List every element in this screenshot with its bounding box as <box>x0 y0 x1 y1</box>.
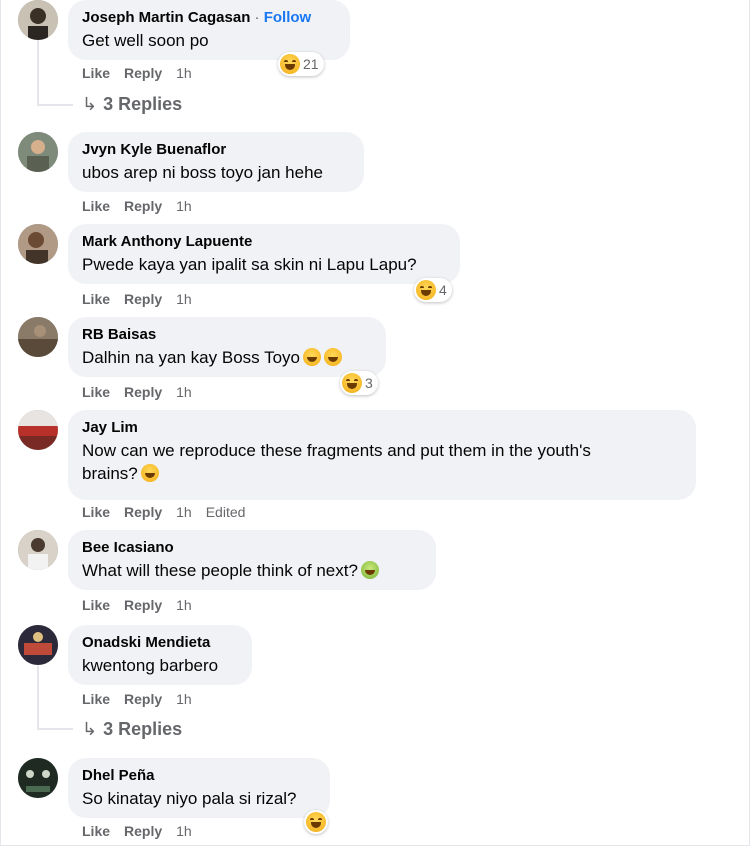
nauseated-emoji-icon <box>360 561 379 579</box>
reaction-summary[interactable] <box>304 810 328 834</box>
comment-text: So kinatay niyo pala si rizal? <box>82 789 297 808</box>
comment-actions: Like Reply 1h <box>82 65 206 81</box>
rofl-emoji-icon <box>302 348 321 366</box>
like-button[interactable]: Like <box>82 384 110 400</box>
reply-button[interactable]: Reply <box>124 291 162 307</box>
haha-reaction-icon <box>280 54 300 74</box>
reaction-summary[interactable]: 4 <box>414 278 452 302</box>
timestamp[interactable]: 1h <box>176 504 192 520</box>
comment-text: Pwede kaya yan ipalit sa skin ni Lapu La… <box>82 255 417 274</box>
like-button[interactable]: Like <box>82 65 110 81</box>
comment-text: kwentong barbero <box>82 656 219 675</box>
comment-actions: Like Reply 1h Edited <box>82 504 259 520</box>
avatar[interactable] <box>18 0 58 40</box>
reply-button[interactable]: Reply <box>124 65 162 81</box>
avatar[interactable] <box>18 530 58 570</box>
comment-bubble: Mark Anthony Lapuente Pwede kaya yan ipa… <box>68 224 460 284</box>
avatar[interactable] <box>18 625 58 665</box>
reply-button[interactable]: Reply <box>124 823 162 839</box>
like-button[interactable]: Like <box>82 597 110 613</box>
comment-bubble: Bee Icasiano What will these people thin… <box>68 530 436 590</box>
comment-bubble: Jay Lim Now can we reproduce these fragm… <box>68 410 696 500</box>
comment-bubble: Joseph Martin Cagasan · Follow Get well … <box>68 0 350 60</box>
haha-reaction-icon <box>342 373 362 393</box>
haha-reaction-icon <box>416 280 436 300</box>
reaction-count: 3 <box>365 375 373 391</box>
comment-author[interactable]: Bee Icasiano <box>82 538 422 557</box>
comment-author[interactable]: Onadski Mendieta <box>82 633 238 652</box>
reply-button[interactable]: Reply <box>124 198 162 214</box>
thread-line <box>37 666 39 728</box>
reply-arrow-icon: ↳ <box>82 94 98 114</box>
like-button[interactable]: Like <box>82 198 110 214</box>
comment-bubble: Onadski Mendieta kwentong barbero <box>68 625 252 685</box>
comment-text: ubos arep ni boss toyo jan hehe <box>82 163 324 182</box>
timestamp[interactable]: 1h <box>176 65 192 81</box>
view-replies-link[interactable]: ↳ 3 Replies <box>82 719 182 740</box>
comment-text: What will these people think of next? <box>82 559 422 582</box>
thread-line-elbow <box>37 728 73 730</box>
comment-author[interactable]: RB Baisas <box>82 325 372 344</box>
timestamp[interactable]: 1h <box>176 198 192 214</box>
avatar[interactable] <box>18 132 58 172</box>
like-button[interactable]: Like <box>82 504 110 520</box>
comment-actions: Like Reply 1h <box>82 384 206 400</box>
comment-actions: Like Reply 1h <box>82 823 206 839</box>
comment-author[interactable]: Jay Lim <box>82 418 682 437</box>
thread-line-elbow <box>37 104 73 106</box>
comment-actions: Like Reply 1h <box>82 597 206 613</box>
reply-arrow-icon: ↳ <box>82 719 98 739</box>
reaction-count: 21 <box>303 56 319 72</box>
view-replies-link[interactable]: ↳ 3 Replies <box>82 94 182 115</box>
comment-author[interactable]: Mark Anthony Lapuente <box>82 232 446 251</box>
like-button[interactable]: Like <box>82 291 110 307</box>
comment-text: Now can we reproduce these fragments and… <box>82 441 591 483</box>
reaction-summary[interactable]: 21 <box>278 52 324 76</box>
edited-label: Edited <box>205 504 246 520</box>
reply-button[interactable]: Reply <box>124 384 162 400</box>
avatar[interactable] <box>18 317 58 357</box>
comment-author[interactable]: Joseph Martin Cagasan · Follow <box>82 8 336 27</box>
comment-actions: Like Reply 1h <box>82 691 206 707</box>
timestamp[interactable]: 1h <box>176 597 192 613</box>
reaction-summary[interactable]: 3 <box>340 371 378 395</box>
thread-line <box>37 40 39 104</box>
timestamp[interactable]: 1h <box>176 823 192 839</box>
haha-reaction-icon <box>306 812 326 832</box>
comment-bubble: Dhel Peña So kinatay niyo pala si rizal? <box>68 758 330 818</box>
comment-author[interactable]: Jvyn Kyle Buenaflor <box>82 140 350 159</box>
reply-button[interactable]: Reply <box>124 597 162 613</box>
comment-bubble: RB Baisas Dalhin na yan kay Boss Toyo <box>68 317 386 377</box>
follow-link[interactable]: Follow <box>264 9 312 26</box>
avatar[interactable] <box>18 758 58 798</box>
avatar[interactable] <box>18 224 58 264</box>
comment-actions: Like Reply 1h <box>82 291 206 307</box>
comment-text: Get well soon po <box>82 31 209 50</box>
timestamp[interactable]: 1h <box>176 691 192 707</box>
reply-button[interactable]: Reply <box>124 691 162 707</box>
comment-author[interactable]: Dhel Peña <box>82 766 316 785</box>
avatar[interactable] <box>18 410 58 450</box>
reply-button[interactable]: Reply <box>124 504 162 520</box>
comment-text: Dalhin na yan kay Boss Toyo <box>82 346 372 369</box>
comment-bubble: Jvyn Kyle Buenaflor ubos arep ni boss to… <box>68 132 364 192</box>
timestamp[interactable]: 1h <box>176 291 192 307</box>
reaction-count: 4 <box>439 282 447 298</box>
winking-tongue-emoji-icon <box>140 464 159 482</box>
laughing-emoji-icon <box>323 348 342 366</box>
comment-actions: Like Reply 1h <box>82 198 206 214</box>
like-button[interactable]: Like <box>82 691 110 707</box>
like-button[interactable]: Like <box>82 823 110 839</box>
timestamp[interactable]: 1h <box>176 384 192 400</box>
